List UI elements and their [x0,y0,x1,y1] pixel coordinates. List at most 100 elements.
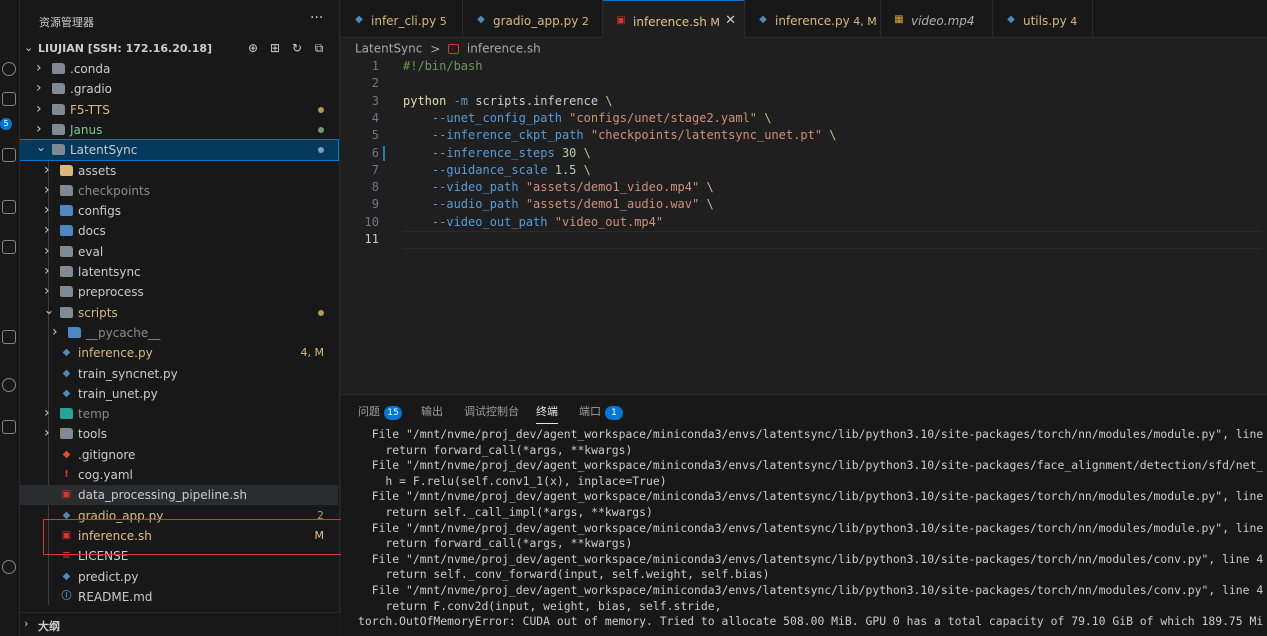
tree-file[interactable]: ▣ data_processing_pipeline.sh [20,485,338,506]
refresh-icon[interactable]: ↻ [290,41,304,55]
tree-file[interactable]: ◆ train_syncnet.py [20,364,338,384]
panel-tab-4[interactable]: 端口 1 [579,403,623,420]
folder-icon [60,164,73,176]
run-debug-icon[interactable] [2,148,16,162]
testing-icon[interactable] [2,330,16,344]
code-line[interactable]: --unet_config_path "configs/unet/stage2.… [403,110,772,127]
tree-folder[interactable]: › temp [20,404,338,424]
panel-tab-1[interactable]: 输出 [421,403,443,419]
panel-tab-2[interactable]: 调试控制台 [464,403,519,419]
editor-tab[interactable]: ◆ inference.py 4, M [745,0,881,38]
code-token: 30 [561,145,584,160]
video-file-icon: ▦ [894,14,904,25]
folder-icon [52,103,65,115]
code-line[interactable]: --video_path "assets/demo1_video.mp4" \ [403,179,714,196]
git-file-icon: ◆ [62,448,71,460]
tree-file[interactable]: ◆ predict.py [20,567,338,587]
folder-icon [52,144,65,156]
chevron-right-icon: › [36,60,42,76]
close-icon[interactable]: ✕ [725,13,736,28]
tree-folder[interactable]: ⌄ scripts [20,303,338,323]
code-line[interactable]: #!/bin/bash [403,58,482,75]
workspace-root-label: LIUJIAN [SSH: 172.16.20.18] [38,42,213,55]
new-file-icon[interactable]: ⊕ [246,41,260,55]
code-line[interactable]: --video_out_path "video_out.mp4" [403,214,663,231]
tree-file[interactable]: ◆ train_unet.py [20,384,338,404]
code-token: \ [764,110,772,125]
terminal-output[interactable]: File "/mnt/nvme/proj_dev/agent_workspace… [358,427,1263,636]
breadcrumb-folder[interactable]: LatentSync [355,42,422,56]
code-line[interactable]: --inference_steps 30 \ [403,145,591,162]
line-number: 8 [371,180,379,195]
tree-folder[interactable]: › latentsync [20,262,338,282]
tree-folder[interactable]: › Janus [20,120,338,140]
terminal-line: File "/mnt/nvme/proj_dev/agent_workspace… [371,520,1263,535]
tab-label: inference.py 4, M [775,14,877,28]
yaml-file-icon: ! [64,469,69,480]
code-line[interactable]: --audio_path "assets/demo1_audio.wav" \ [403,196,714,213]
editor-tab[interactable]: ◆ gradio_app.py 2 [463,0,603,38]
code-line[interactable]: --inference_ckpt_path "checkpoints/laten… [403,127,837,144]
editor-tab[interactable]: ◆ utils.py 4 [993,0,1093,38]
tree-file[interactable]: ◆ .gitignore [20,445,338,465]
code-line[interactable]: python -m scripts.inference \ [403,93,613,110]
search-icon[interactable] [2,62,16,76]
tree-folder[interactable]: › tools [20,424,338,444]
tree-file[interactable]: ! cog.yaml [20,465,338,485]
tree-folder[interactable]: › assets [20,161,338,181]
tree-folder[interactable]: › .conda [20,59,338,79]
remote-explorer-icon[interactable] [2,200,16,214]
collapse-all-icon[interactable]: ⧉ [312,41,326,55]
tree-item-label: eval [78,244,104,259]
tree-folder[interactable]: › checkpoints [20,181,338,201]
code-token: --video_out_path [403,214,555,229]
breadcrumb-file[interactable]: inference.sh [467,42,541,56]
tree-folder[interactable]: › F5-TTS [20,100,338,120]
line-number: 7 [371,162,379,177]
tree-item-label: README.md [78,589,153,604]
panel-tab-badge: 15 [384,406,402,420]
folder-icon [68,326,81,338]
tree-item-label: .gradio [70,82,113,97]
tree-folder[interactable]: › docs [20,221,338,241]
panel-tab-0[interactable]: 问题 15 [358,403,402,420]
timeline-icon[interactable] [2,378,16,392]
tree-folder[interactable]: › __pycache__ [20,323,338,343]
tree-item-label: scripts [78,305,118,320]
code-line[interactable]: --guidance_scale 1.5 \ [403,162,591,179]
tree-folder[interactable]: ⌄ LatentSync [20,139,339,162]
code-token: 1.5 [554,162,584,177]
outline-section-header[interactable]: › 大纲 [20,612,340,636]
breadcrumb: LatentSync > inference.sh [355,41,541,56]
extensions-icon[interactable] [2,240,16,254]
line-number: 10 [364,214,379,229]
more-actions-icon[interactable]: ··· [310,10,323,26]
folder-icon [52,63,65,74]
tree-folder[interactable]: › configs [20,201,338,221]
tree-folder[interactable]: › eval [20,242,338,262]
code-editor[interactable]: 1 #!/bin/bash 2 3 python -m scripts.inferenc… [341,58,1267,394]
docker-icon[interactable] [2,420,16,434]
panel-tab-3[interactable]: 终端 [536,403,558,424]
terminal-line: File "/mnt/nvme/proj_dev/agent_workspace… [358,551,1263,566]
source-control-icon[interactable] [2,92,16,106]
code-token: \ [605,93,613,108]
editor-tab[interactable]: ◆ infer_cli.py 5 [341,0,463,38]
tree-file[interactable]: ⓘ README.md [20,587,338,607]
editor-tab[interactable]: ▣ inference.sh M ✕ [603,0,745,38]
tree-item-label: cog.yaml [78,468,133,482]
tab-status: 4, M [849,15,877,28]
tree-folder[interactable]: › .gradio [20,79,338,99]
tree-file[interactable]: ◆ inference.py 4, M [20,343,338,363]
new-folder-icon[interactable]: ⊞ [268,41,282,55]
editor-tab[interactable]: ▦ video.mp4 [881,0,993,38]
line-number: 9 [371,197,379,212]
chevron-down-icon: ⌄ [24,41,34,54]
tree-folder[interactable]: › preprocess [20,282,338,302]
workspace-root[interactable]: ⌄ LIUJIAN [SSH: 172.16.20.18] ⊕ ⊞ ↻ ⧉ [20,39,339,59]
line-number: 3 [371,93,379,108]
code-token: \ [583,162,591,177]
folder-icon [60,306,73,318]
account-icon[interactable] [2,560,16,574]
source-control-badge: 5 [0,118,12,130]
